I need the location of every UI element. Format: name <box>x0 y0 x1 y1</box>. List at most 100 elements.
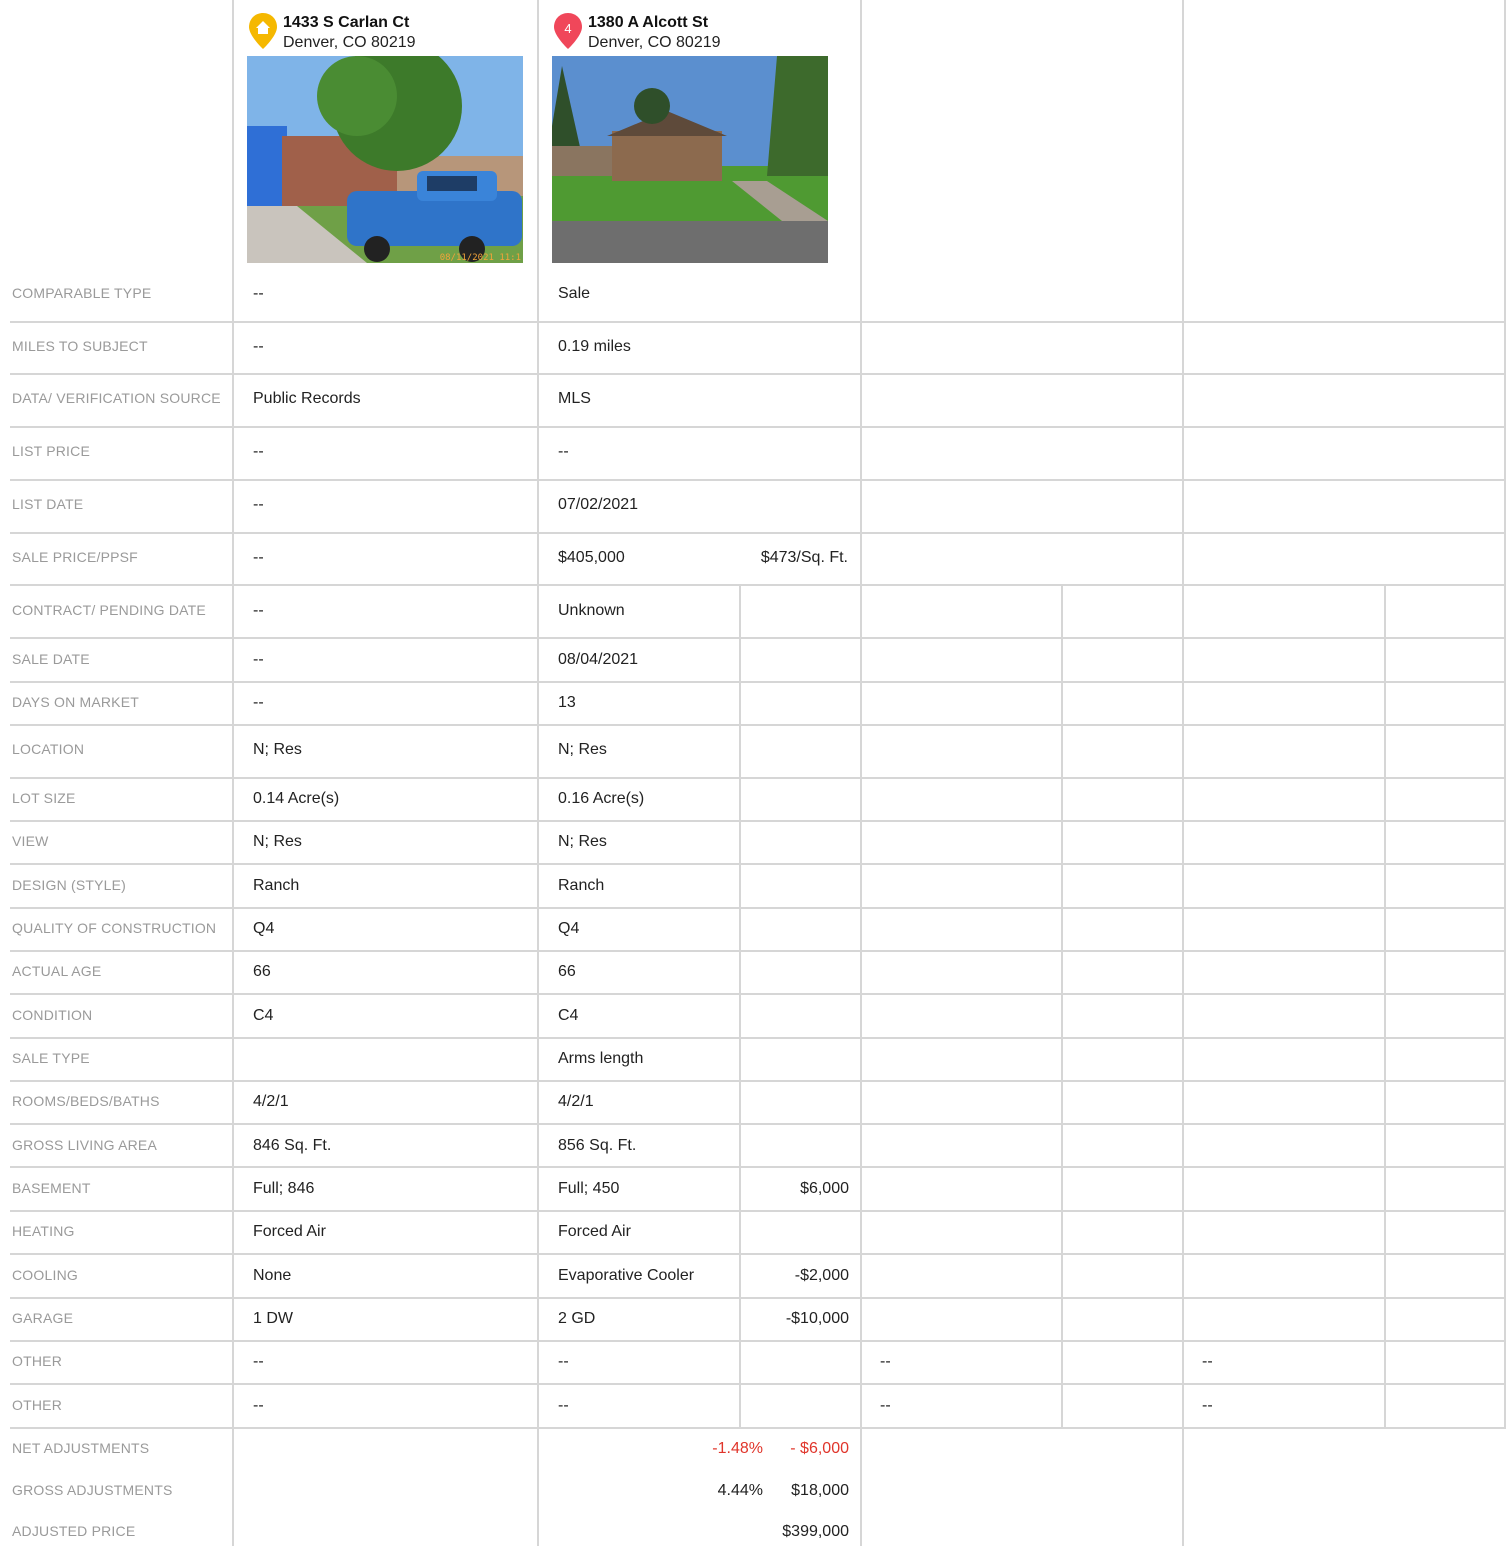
subject-value: -- <box>253 338 264 355</box>
gross-adjustments-label: GROSS ADJUSTMENTS <box>12 1482 173 1498</box>
comp-value: 2 GD <box>558 1310 596 1327</box>
subject-value: 4/2/1 <box>253 1093 289 1110</box>
subject-value: -- <box>253 694 264 711</box>
row-label: SALE PRICE/PPSF <box>12 549 138 565</box>
map-marker-icon: 4 <box>554 13 582 49</box>
column-subdivider <box>1061 585 1063 1428</box>
column-divider <box>860 0 862 1546</box>
subject-value: -- <box>253 549 264 566</box>
comp-adjustment: -$2,000 <box>794 1267 849 1284</box>
comp-value: Unknown <box>558 602 625 619</box>
row-label: SALE DATE <box>12 651 90 667</box>
subject-value: Ranch <box>253 877 300 894</box>
comp-value: 66 <box>558 963 576 980</box>
comp-value: 07/02/2021 <box>558 496 639 513</box>
comp-value: Evaporative Cooler <box>558 1267 695 1284</box>
subject-value: Q4 <box>253 920 275 937</box>
comp-adjustment: $473/Sq. Ft. <box>760 549 848 566</box>
row-label: BASEMENT <box>12 1180 91 1196</box>
row-label: COMPARABLE TYPE <box>12 285 152 301</box>
subject-value: Public Records <box>253 390 361 407</box>
comp-value: Forced Air <box>558 1223 631 1240</box>
subject-value: -- <box>253 651 264 668</box>
comp-value: 08/04/2021 <box>558 651 639 668</box>
row-label: HEATING <box>12 1223 75 1239</box>
comp-city: Denver, CO 80219 <box>588 34 721 51</box>
comp2-value: -- <box>880 1353 891 1370</box>
subject-value: 66 <box>253 963 271 980</box>
adjusted-price-amount: $399,000 <box>782 1523 849 1540</box>
subject-value: Forced Air <box>253 1223 326 1240</box>
comp-value: MLS <box>558 390 591 407</box>
subject-address[interactable]: 1433 S Carlan Ct <box>283 14 409 32</box>
gross-adjustments-amount: $18,000 <box>791 1482 849 1499</box>
row-label: OTHER <box>12 1397 62 1413</box>
subject-value: 0.14 Acre(s) <box>253 790 340 807</box>
comp-adjustment: -$10,000 <box>785 1310 849 1327</box>
home-icon <box>249 13 277 49</box>
comp-value: Arms length <box>558 1050 644 1067</box>
comp-value: Ranch <box>558 877 605 894</box>
subject-value: Full; 846 <box>253 1180 315 1197</box>
adjusted-price-label: ADJUSTED PRICE <box>12 1523 136 1539</box>
net-adjustments-label: NET ADJUSTMENTS <box>12 1440 150 1456</box>
net-adjustments-percent: -1.48% <box>712 1440 763 1457</box>
row-label: GARAGE <box>12 1310 74 1326</box>
row-label: LOCATION <box>12 741 85 757</box>
comp-value: 0.16 Acre(s) <box>558 790 645 807</box>
subject-value: N; Res <box>253 833 302 850</box>
comp-value: Q4 <box>558 920 580 937</box>
subject-value: 1 DW <box>253 1310 293 1327</box>
row-label: COOLING <box>12 1267 78 1283</box>
row-label: QUALITY OF CONSTRUCTION <box>12 920 217 936</box>
comp-value: N; Res <box>558 833 607 850</box>
comp-adjustment: $6,000 <box>800 1180 849 1197</box>
comp-value: N; Res <box>558 741 607 758</box>
row-label: LIST DATE <box>12 496 84 512</box>
subject-value: -- <box>253 602 264 619</box>
column-subdivider <box>1384 585 1386 1428</box>
comp-photo[interactable] <box>552 56 828 263</box>
column-divider <box>1504 0 1506 1428</box>
row-label: DAYS ON MARKET <box>12 694 140 710</box>
comp-address[interactable]: 1380 A Alcott St <box>588 14 708 32</box>
comp-value: 856 Sq. Ft. <box>558 1137 637 1154</box>
column-divider <box>1182 0 1184 1546</box>
subject-city: Denver, CO 80219 <box>283 34 416 51</box>
comp-value: 13 <box>558 694 576 711</box>
row-label: SALE TYPE <box>12 1050 90 1066</box>
row-label: DATA/ VERIFICATION SOURCE <box>12 390 221 406</box>
comp-value: -- <box>558 1353 569 1370</box>
comp-marker-number: 4 <box>564 21 571 36</box>
row-label: VIEW <box>12 833 49 849</box>
row-label: OTHER <box>12 1353 62 1369</box>
subject-value: None <box>253 1267 292 1284</box>
row-label: LOT SIZE <box>12 790 76 806</box>
subject-value: -- <box>253 1397 264 1414</box>
subject-value: -- <box>253 443 264 460</box>
subject-value: 846 Sq. Ft. <box>253 1137 332 1154</box>
subject-photo[interactable]: 08/11/2021 11:1 <box>247 56 523 263</box>
row-label: ROOMS/BEDS/BATHS <box>12 1093 160 1109</box>
comp-value: -- <box>558 443 569 460</box>
gross-adjustments-percent: 4.44% <box>717 1482 763 1499</box>
comp2-value: -- <box>880 1397 891 1414</box>
comp3-value: -- <box>1202 1397 1213 1414</box>
row-label: ACTUAL AGE <box>12 963 102 979</box>
comp-value: C4 <box>558 1007 579 1024</box>
row-label: MILES TO SUBJECT <box>12 338 148 354</box>
comp-value: $405,000 <box>558 549 625 566</box>
comp3-value: -- <box>1202 1353 1213 1370</box>
comp-value: 0.19 miles <box>558 338 631 355</box>
subject-value: -- <box>253 496 264 513</box>
comp-value: 4/2/1 <box>558 1093 594 1110</box>
subject-value: -- <box>253 285 264 302</box>
row-label: CONDITION <box>12 1007 93 1023</box>
column-subdivider <box>739 585 741 1428</box>
row-label: LIST PRICE <box>12 443 90 459</box>
comp-value: Full; 450 <box>558 1180 620 1197</box>
subject-value: N; Res <box>253 741 302 758</box>
subject-value: -- <box>253 1353 264 1370</box>
row-label: CONTRACT/ PENDING DATE <box>12 602 206 618</box>
column-divider <box>232 0 234 1546</box>
